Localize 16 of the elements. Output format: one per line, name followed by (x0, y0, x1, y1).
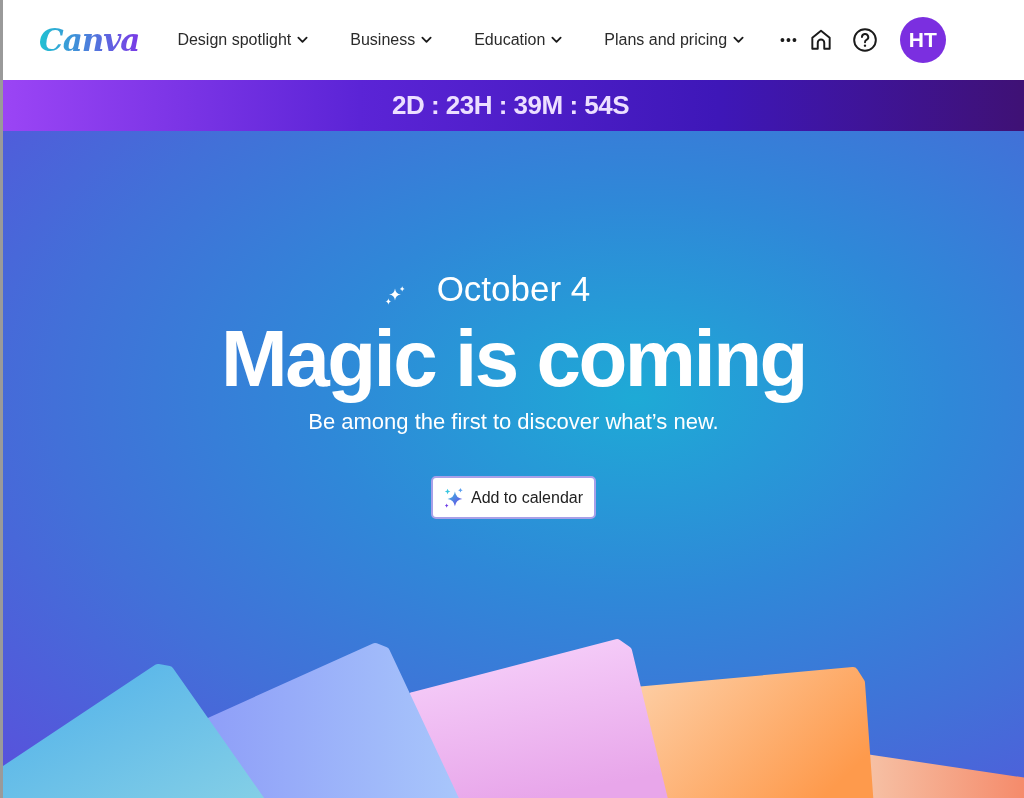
event-date: October 4 (436, 269, 591, 309)
chevron-down-icon (551, 36, 563, 44)
chevron-down-icon (421, 36, 433, 44)
user-avatar[interactable]: HT (899, 17, 946, 63)
chevron-down-icon (297, 36, 309, 44)
more-button[interactable]: ••• (780, 32, 798, 48)
nav-menu-item[interactable]: Education (474, 25, 563, 55)
add-to-calendar-button[interactable]: Add to calendar (430, 476, 597, 519)
chevron-down-icon (733, 36, 745, 44)
hero-subtitle: Be among the first to discover what’s new. (308, 409, 719, 435)
help-icon[interactable] (851, 27, 878, 53)
nav-menu-item[interactable]: Business (350, 25, 433, 55)
nav-menu-item[interactable]: Design spotlight (177, 25, 309, 55)
sparkle-icon (442, 486, 465, 509)
countdown-timer: 2D : 23H : 39M : 54S (391, 90, 630, 121)
nav-menu-item[interactable]: Plans and pricing (604, 25, 745, 55)
